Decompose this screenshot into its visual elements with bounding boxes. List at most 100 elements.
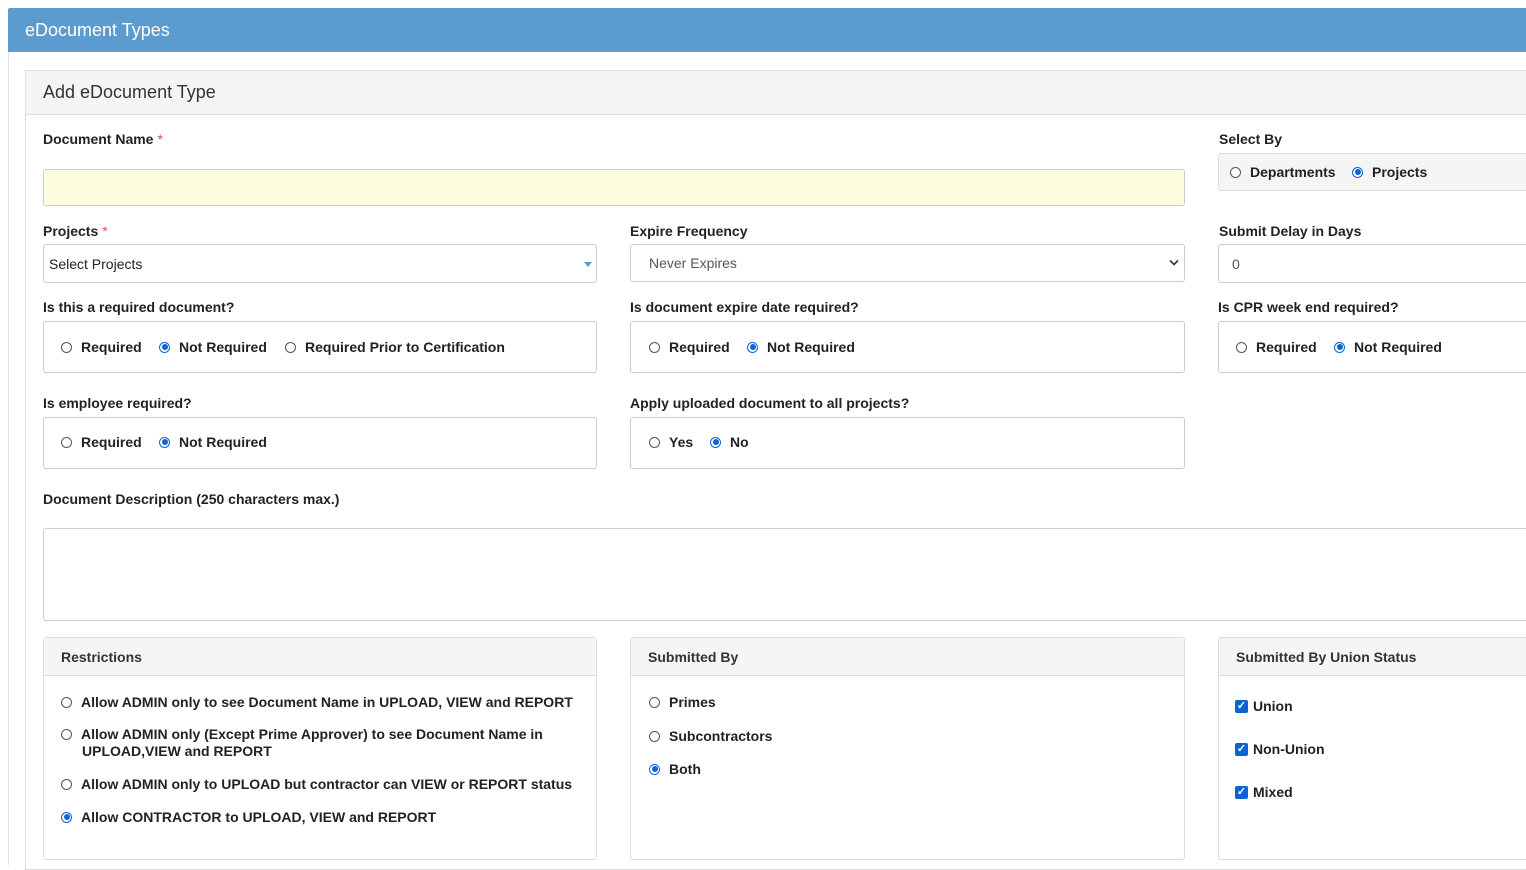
radio-selected-icon[interactable] [159, 341, 170, 353]
select-by-projects-option[interactable]: Projects [1352, 164, 1427, 180]
description-textarea[interactable] [43, 528, 1526, 621]
radio-icon[interactable] [61, 436, 72, 448]
option-label: Required [81, 434, 142, 450]
restriction-option-3[interactable]: Allow ADMIN only to UPLOAD but contracto… [61, 776, 572, 792]
cpr-week-end-label: Is CPR week end required? [1218, 299, 1399, 315]
radio-icon[interactable] [61, 696, 72, 708]
document-name-label-text: Document Name [43, 131, 154, 147]
submitted-by-both-option[interactable]: Both [649, 761, 701, 777]
submit-delay-value: 0 [1232, 255, 1240, 272]
restrictions-title: Restrictions [44, 638, 596, 676]
radio-icon[interactable] [649, 341, 660, 353]
required-document-required-option[interactable]: Required [61, 339, 142, 355]
checkbox-checked-icon[interactable]: ✓ [1235, 742, 1248, 756]
required-mark: * [102, 223, 108, 239]
union-status-mixed-checkbox[interactable]: ✓ Mixed [1235, 784, 1293, 800]
option-label: Not Required [179, 434, 267, 450]
panel-title: Add eDocument Type [26, 71, 1526, 115]
union-status-non-union-checkbox[interactable]: ✓ Non-Union [1235, 741, 1325, 757]
radio-selected-icon[interactable] [159, 436, 170, 448]
radio-icon[interactable] [649, 436, 660, 448]
option-label-continued: UPLOAD,VIEW and REPORT [82, 743, 272, 759]
employee-not-required-option[interactable]: Not Required [159, 434, 267, 450]
apply-all-projects-no-option[interactable]: No [710, 434, 749, 450]
restriction-option-2[interactable]: Allow ADMIN only (Except Prime Approver)… [61, 726, 543, 742]
page-header: eDocument Types [8, 8, 1526, 52]
radio-selected-icon[interactable] [1334, 341, 1345, 353]
select-by-departments-option[interactable]: Departments [1230, 164, 1336, 180]
submitted-by-subcontractors-option[interactable]: Subcontractors [649, 728, 772, 744]
document-name-label: Document Name * [43, 131, 163, 147]
option-label: Primes [669, 694, 716, 710]
union-status-title: Submitted By Union Status [1219, 638, 1526, 676]
employee-required-option[interactable]: Required [61, 434, 142, 450]
submit-delay-input[interactable]: 0 [1218, 244, 1526, 283]
option-label: Both [669, 761, 701, 777]
submitted-by-title: Submitted By [631, 638, 1184, 676]
option-label: Required Prior to Certification [305, 339, 505, 355]
option-label: Required [81, 339, 142, 355]
radio-icon[interactable] [61, 341, 72, 353]
option-label: Required [669, 339, 730, 355]
cpr-week-end-required-option[interactable]: Required [1236, 339, 1317, 355]
expire-frequency-select[interactable]: Never Expires [630, 244, 1185, 282]
projects-label-text: Projects [43, 223, 99, 239]
restriction-option-1[interactable]: Allow ADMIN only to see Document Name in… [61, 694, 573, 710]
select-by-label: Select By [1219, 131, 1283, 147]
required-document-not-required-option[interactable]: Not Required [159, 339, 267, 355]
checkbox-checked-icon[interactable]: ✓ [1235, 785, 1248, 799]
restriction-option-4[interactable]: Allow CONTRACTOR to UPLOAD, VIEW and REP… [61, 809, 436, 825]
apply-all-projects-yes-option[interactable]: Yes [649, 434, 693, 450]
radio-selected-icon[interactable] [710, 436, 721, 448]
apply-all-projects-label: Apply uploaded document to all projects? [630, 395, 910, 411]
option-label: Mixed [1253, 784, 1293, 800]
submit-delay-label: Submit Delay in Days [1219, 223, 1362, 239]
option-label: Union [1253, 698, 1293, 714]
option-label: Projects [1372, 164, 1428, 180]
option-label: Non-Union [1253, 741, 1325, 757]
submitted-by-primes-option[interactable]: Primes [649, 694, 716, 710]
radio-icon[interactable] [1230, 166, 1241, 178]
radio-selected-icon[interactable] [649, 763, 660, 775]
page-border [8, 52, 9, 865]
option-label: Departments [1250, 164, 1336, 180]
option-label: Allow ADMIN only to see Document Name in… [81, 694, 573, 710]
chevron-down-icon[interactable] [1169, 259, 1179, 267]
page-title: eDocument Types [25, 20, 170, 40]
radio-selected-icon[interactable] [1352, 166, 1363, 178]
required-document-label: Is this a required document? [43, 299, 235, 315]
union-status-union-checkbox[interactable]: ✓ Union [1235, 698, 1293, 714]
radio-selected-icon[interactable] [747, 341, 758, 353]
option-label: No [730, 434, 749, 450]
option-label: Allow ADMIN only to UPLOAD but contracto… [81, 776, 573, 792]
expire-frequency-label: Expire Frequency [630, 223, 748, 239]
option-label: Allow CONTRACTOR to UPLOAD, VIEW and REP… [81, 809, 437, 825]
checkbox-checked-icon[interactable]: ✓ [1235, 699, 1248, 713]
option-label: Subcontractors [669, 728, 773, 744]
radio-icon[interactable] [649, 730, 660, 742]
expire-date-required-option[interactable]: Required [649, 339, 730, 355]
radio-icon[interactable] [285, 341, 296, 353]
employee-required-label: Is employee required? [43, 395, 192, 411]
expire-frequency-value: Never Expires [649, 255, 737, 271]
option-label: Not Required [767, 339, 855, 355]
cpr-week-end-not-required-option[interactable]: Not Required [1334, 339, 1442, 355]
expire-date-required-label: Is document expire date required? [630, 299, 859, 315]
option-label: Yes [669, 434, 694, 450]
chevron-down-icon[interactable] [584, 262, 592, 267]
option-label: Required [1256, 339, 1317, 355]
radio-icon[interactable] [61, 778, 72, 790]
projects-select-value: Select Projects [49, 255, 143, 272]
document-name-input[interactable] [43, 169, 1185, 206]
radio-icon[interactable] [1236, 341, 1247, 353]
projects-select[interactable]: Select Projects [43, 244, 597, 283]
option-label: Not Required [179, 339, 267, 355]
radio-icon[interactable] [649, 696, 660, 708]
description-label: Document Description (250 characters max… [43, 491, 340, 507]
radio-selected-icon[interactable] [61, 811, 72, 823]
expire-date-not-required-option[interactable]: Not Required [747, 339, 855, 355]
option-label: Allow ADMIN only (Except Prime Approver)… [81, 726, 543, 742]
required-document-prior-certification-option[interactable]: Required Prior to Certification [285, 339, 505, 355]
projects-label: Projects * [43, 223, 108, 239]
radio-icon[interactable] [61, 728, 72, 740]
